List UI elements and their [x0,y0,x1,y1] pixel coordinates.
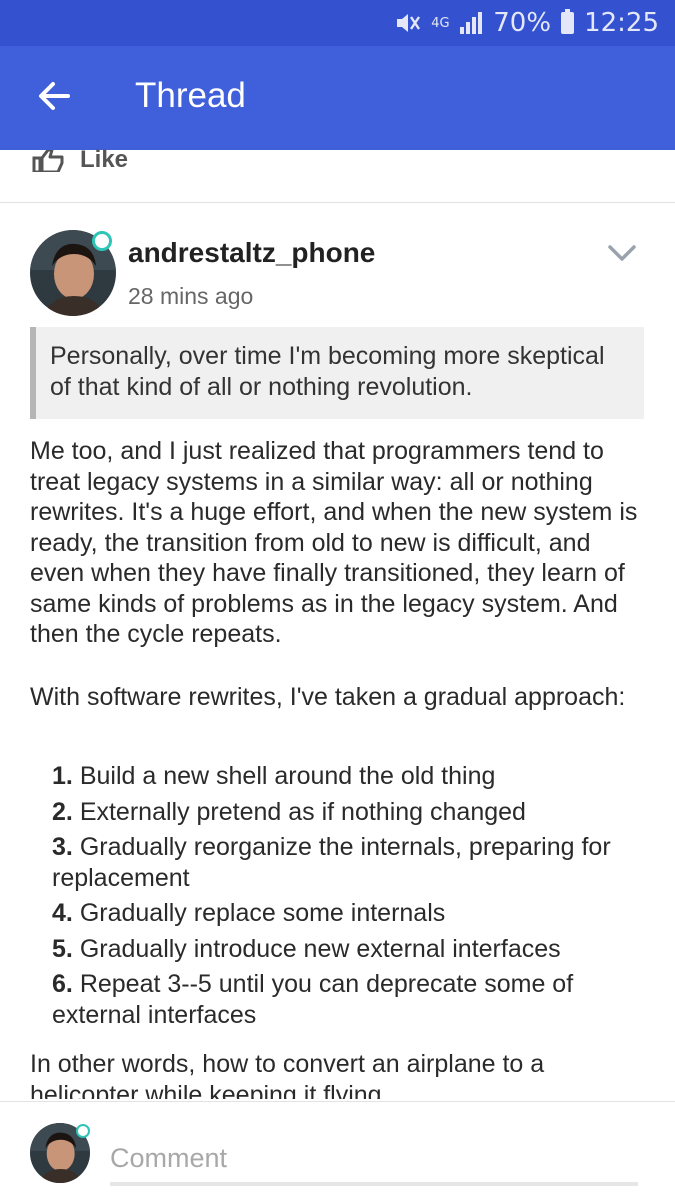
commenter-status-badge [76,1124,90,1138]
status-bar-right: 4G 70% 12:25 [395,0,659,46]
mute-icon [395,11,421,35]
comment-input[interactable] [110,1134,638,1186]
clock: 12:25 [584,8,659,38]
post-options-button[interactable] [606,240,638,271]
steps-list: 1. Build a new shell around the old thin… [52,761,652,1035]
signal-icon [459,11,483,35]
page-title: Thread [135,76,246,115]
list-item: 5. Gradually introduce new external inte… [52,934,561,963]
battery-icon [561,9,575,34]
network-type-label: 4G [431,15,450,31]
comment-bar [0,1101,675,1201]
battery-percent: 70% [493,8,552,38]
thumbs-up-icon [32,148,64,174]
list-item: 3. Gradually reorganize the internals, p… [52,833,611,892]
arrow-left-icon [39,82,70,110]
like-button[interactable] [32,148,66,177]
post-timestamp: 28 mins ago [128,283,254,309]
chevron-down-icon [608,245,636,261]
app-bar: Thread [0,46,675,150]
list-item: 1. Build a new shell around the old thin… [52,762,496,790]
post-paragraph-3: In other words, how to convert an airpla… [30,1050,545,1099]
post-paragraph-1: Me too, and I just realized that program… [30,437,638,648]
previous-post-like-row: Like [0,146,675,203]
status-bar: 4G 70% 12:25 [0,0,675,46]
list-item: 2. Externally pretend as if nothing chan… [52,797,526,826]
like-label[interactable]: Like [80,146,128,174]
back-button[interactable] [34,76,74,116]
avatar-status-badge [92,231,112,251]
quoted-text: Personally, over time I'm becoming more … [30,327,644,419]
list-item: 6. Repeat 3--5 until you can deprecate s… [52,970,574,1029]
post-paragraph-2: With software rewrites, I've taken a gra… [30,683,626,711]
author-name[interactable]: andrestaltz_phone [128,237,375,269]
list-item: 4. Gradually replace some internals [52,899,446,927]
